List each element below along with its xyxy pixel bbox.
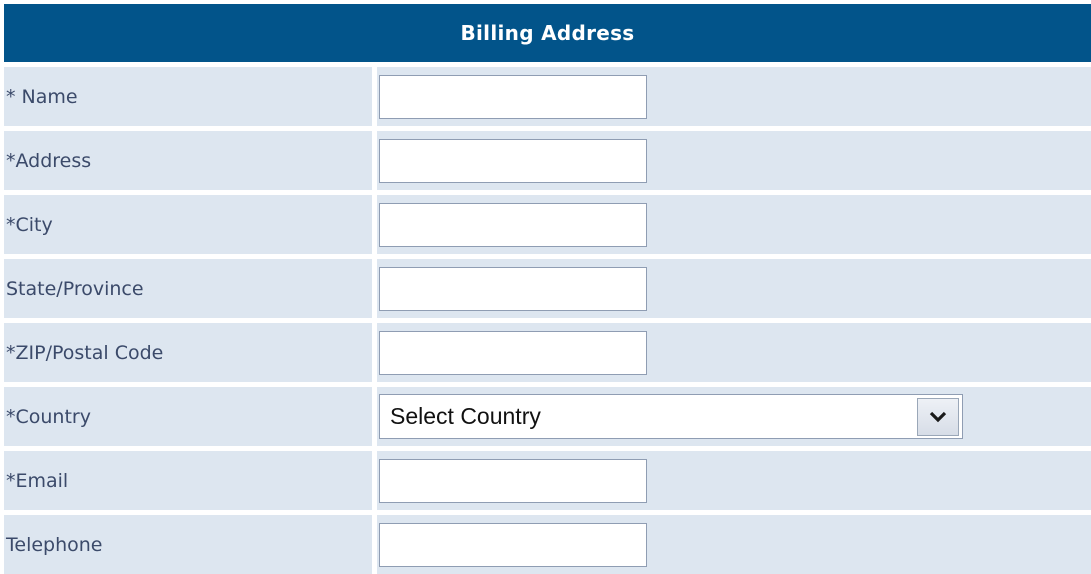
city-input-cell — [377, 195, 1091, 254]
state-row: State/Province — [4, 259, 1091, 318]
zip-input-cell — [377, 323, 1091, 382]
country-select[interactable]: Select Country — [379, 394, 963, 439]
email-input-cell — [377, 451, 1091, 510]
name-label: * Name — [4, 67, 372, 126]
country-input-cell: Select Country — [377, 387, 1091, 446]
telephone-label: Telephone — [4, 515, 372, 574]
email-row: *Email — [4, 451, 1091, 510]
zip-field[interactable] — [379, 330, 647, 375]
name-field[interactable] — [379, 74, 647, 119]
country-dropdown-button[interactable] — [917, 397, 959, 436]
country-selected-value: Select Country — [390, 403, 541, 429]
zip-row: *ZIP/Postal Code — [4, 323, 1091, 382]
name-input-cell — [377, 67, 1091, 126]
state-label: State/Province — [4, 259, 372, 318]
country-label: *Country — [4, 387, 372, 446]
address-input-cell — [377, 131, 1091, 190]
email-field[interactable] — [379, 458, 647, 503]
name-row: * Name — [4, 67, 1091, 126]
address-label: *Address — [4, 131, 372, 190]
state-input-cell — [377, 259, 1091, 318]
email-label: *Email — [4, 451, 372, 510]
telephone-input-cell — [377, 515, 1091, 574]
form-title: Billing Address — [4, 4, 1091, 62]
state-field[interactable] — [379, 266, 647, 311]
telephone-field[interactable] — [379, 522, 647, 567]
city-label: *City — [4, 195, 372, 254]
chevron-down-icon — [929, 411, 947, 422]
city-row: *City — [4, 195, 1091, 254]
zip-label: *ZIP/Postal Code — [4, 323, 372, 382]
telephone-row: Telephone — [4, 515, 1091, 574]
country-row: *Country Select Country — [4, 387, 1091, 446]
city-field[interactable] — [379, 202, 647, 247]
address-field[interactable] — [379, 138, 647, 183]
address-row: *Address — [4, 131, 1091, 190]
billing-address-form: Billing Address * Name *Address *City St… — [4, 4, 1091, 574]
